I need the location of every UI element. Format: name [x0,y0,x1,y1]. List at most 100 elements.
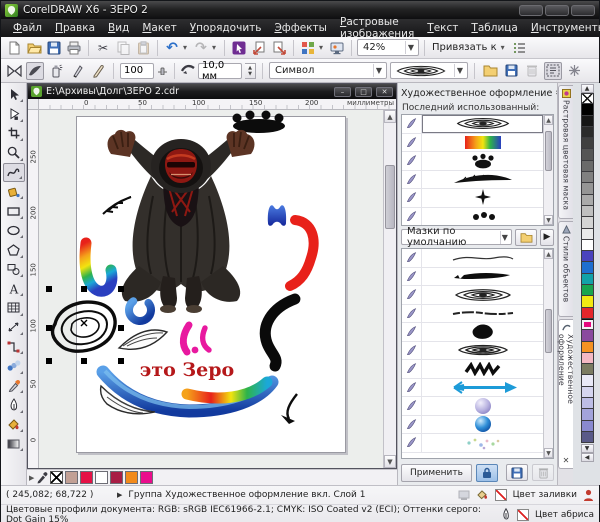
ellipse-tool[interactable] [3,221,25,240]
tab-bitmap-color-mask[interactable]: Растровая цветовая маска [558,85,573,219]
color-swatch[interactable] [580,285,594,297]
black-swoosh-shape[interactable] [259,293,301,372]
freehand-smoothing-field[interactable]: 100 [120,62,154,79]
vertical-ruler[interactable]: 250 200 150 100 50 0 [28,110,39,468]
browse-folder-button[interactable] [515,228,537,246]
doc-color-swatch[interactable] [65,471,79,484]
fill-tool[interactable] [3,415,25,434]
flyout-arrow-button[interactable]: ▶ [540,228,554,246]
zoom-dropdown-icon[interactable]: ▼ [405,41,416,54]
pick-tool[interactable] [3,85,25,104]
stroke-row-rainbow[interactable] [402,133,543,152]
save-icon[interactable] [45,39,63,57]
palette-scroll-up-icon[interactable]: ▲ [580,84,594,93]
no-color-swatch[interactable] [50,471,64,484]
doc-color-swatch[interactable] [80,471,94,484]
stroke-row-swirl[interactable] [402,286,543,305]
menu-effects[interactable]: Эффекты [268,21,333,35]
application-launcher-icon[interactable] [299,39,317,57]
color-swatch[interactable] [580,307,594,319]
import-icon[interactable] [250,39,268,57]
vertical-scrollbar[interactable]: ▲ ▼ [383,110,396,468]
color-swatch[interactable] [580,262,594,274]
stroke-row-paw-partial[interactable] [402,207,543,225]
eyedropper-icon[interactable] [36,471,48,484]
polygon-tool[interactable] [3,240,25,259]
fill-bucket-icon[interactable] [476,489,489,501]
tab-close-icon[interactable]: ✕ [563,454,570,465]
cut-icon[interactable]: ✂ [94,39,112,57]
color-swatch[interactable] [580,205,594,218]
zoom-tool[interactable] [3,143,25,162]
preset-stroke-icon[interactable] [5,62,23,80]
selected-swirl-object[interactable] [50,300,117,353]
save-stroke-icon[interactable] [502,62,520,80]
scrollbar-thumb[interactable] [385,165,395,229]
menu-layout[interactable]: Макет [136,21,182,35]
color-swatch[interactable] [580,228,594,240]
stroke-row-thick-black[interactable] [402,267,543,286]
new-document-icon[interactable] [5,39,23,57]
color-swatch[interactable] [580,409,594,421]
color-swatch[interactable] [580,431,594,444]
white-feather-shape[interactable] [117,329,169,350]
outline-pen-tool[interactable] [3,395,25,414]
stroke-row-lavender-sphere[interactable] [402,397,543,416]
export-icon[interactable] [270,39,288,57]
snap-to-label[interactable]: Привязать к [430,42,499,53]
undo-icon[interactable]: ↶ [163,39,181,57]
dimension-tool[interactable] [3,318,25,337]
print-icon[interactable] [65,39,83,57]
category-dropdown-icon[interactable]: ▼ [373,64,384,77]
connector-tool[interactable] [3,337,25,356]
menu-tools[interactable]: Инструменты [525,21,600,35]
paste-icon[interactable] [134,39,152,57]
stroke-row-blue-sphere[interactable] [402,415,543,434]
user-account-icon[interactable] [583,489,594,502]
blue-m-shape[interactable] [267,205,287,226]
stroke-row-scribble[interactable] [402,360,543,379]
snap-dropdown-icon[interactable]: ▾ [501,43,508,52]
options-icon[interactable] [510,39,528,57]
color-swatch[interactable] [580,149,594,161]
color-swatch[interactable] [580,126,594,139]
color-swatch[interactable] [580,183,594,195]
doc-color-swatch[interactable] [110,471,124,484]
smoothing-slider-icon[interactable] [157,63,168,78]
fill-none-swatch[interactable] [494,489,507,501]
smart-fill-tool[interactable] [3,182,25,201]
stroke-row-confetti[interactable] [402,434,543,453]
copy-icon[interactable] [114,39,132,57]
tab-object-styles[interactable]: Стили объектов [558,221,573,317]
color-swatch[interactable] [580,239,594,252]
reset-defaults-icon[interactable] [565,62,583,80]
recent-list-scrollbar[interactable]: ▲ ▼ [543,115,553,225]
stroke-row-swirl-2[interactable] [402,341,543,360]
color-swatch[interactable] [580,341,594,353]
stroke-row-blob[interactable] [402,323,543,342]
feather-stroke-shape[interactable] [102,196,132,215]
launcher-dropdown-icon[interactable]: ▾ [319,43,326,52]
search-content-icon[interactable] [230,39,248,57]
stroke-row-sparkle[interactable] [402,189,543,208]
close-button[interactable] [571,4,595,16]
stroke-row-paw[interactable] [402,152,543,171]
brush-stroke-icon[interactable] [26,61,44,80]
stroke-width-field[interactable]: 10,0 мм [198,60,242,82]
zoom-level-combo[interactable]: 42% ▼ [357,39,419,56]
lock-icon[interactable] [475,463,498,482]
basic-shapes-tool[interactable] [3,260,25,279]
color-swatch[interactable] [580,386,594,399]
default-list-scrollbar[interactable]: ▲ ▼ [543,249,553,458]
rainbow-u-shape[interactable] [79,237,118,297]
no-color-swatch[interactable] [580,93,594,105]
undo-dropdown-icon[interactable]: ▾ [183,43,190,52]
doc-maximize-button[interactable]: □ [355,86,372,97]
color-swatch[interactable] [580,296,594,308]
scroll-down-icon[interactable]: ▼ [384,455,396,468]
redo-dropdown-icon[interactable]: ▾ [212,43,219,52]
status-flyout-icon[interactable]: ▶ [117,491,122,499]
outline-pen-icon[interactable] [501,508,511,521]
stroke-row-swirl[interactable] [402,115,543,134]
color-swatch[interactable] [580,172,594,184]
